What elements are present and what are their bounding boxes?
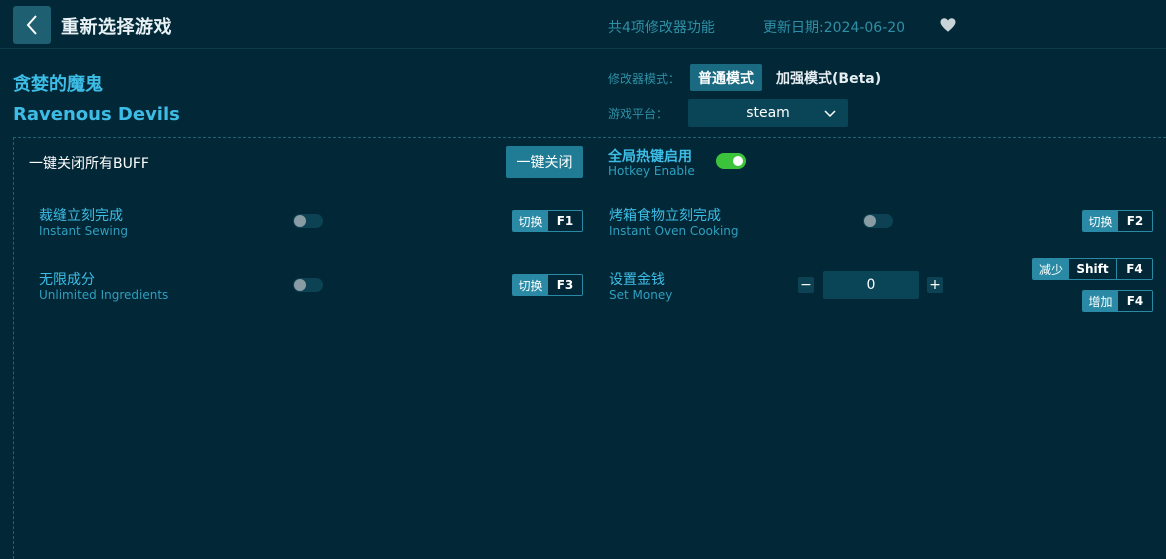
- keybind-action[interactable]: 增加: [1083, 291, 1118, 311]
- feature-count: 共4项修改器功能: [608, 20, 715, 36]
- option-label-en: Unlimited Ingredients: [39, 288, 169, 302]
- favorite-button[interactable]: [939, 16, 957, 34]
- instant-sewing-toggle[interactable]: [293, 214, 323, 228]
- keybind-key[interactable]: F3: [548, 275, 582, 295]
- back-button[interactable]: [13, 6, 51, 44]
- game-name-en: Ravenous Devils: [13, 104, 180, 125]
- options-panel: [13, 137, 1166, 559]
- money-input[interactable]: [823, 271, 919, 299]
- hotkey-toggle[interactable]: [716, 153, 746, 169]
- keybind-key[interactable]: F1: [548, 211, 582, 231]
- option-label-en: Set Money: [609, 288, 673, 302]
- unlimited-ingredients-keybind[interactable]: 切换 F3: [512, 274, 583, 296]
- money-increase-keybind[interactable]: 增加 F4: [1082, 290, 1153, 312]
- keybind-action[interactable]: 减少: [1033, 259, 1069, 279]
- keybind-key[interactable]: F4: [1117, 259, 1152, 279]
- instant-sewing-keybind[interactable]: 切换 F1: [512, 210, 583, 232]
- mode-beta-button[interactable]: 加强模式(Beta): [776, 64, 881, 91]
- platform-value: steam: [746, 105, 790, 121]
- toggle-knob: [864, 215, 876, 227]
- platform-label: 游戏平台：: [608, 107, 669, 121]
- game-name-cn: 贪婪的魔鬼: [13, 74, 103, 95]
- money-decrease-keybind[interactable]: 减少 Shift F4: [1032, 258, 1153, 280]
- chevron-left-icon: [26, 15, 37, 35]
- unlimited-ingredients-toggle[interactable]: [293, 278, 323, 292]
- money-decrement-button[interactable]: −: [798, 277, 814, 293]
- update-date: 更新日期:2024-06-20: [763, 20, 906, 36]
- instant-oven-keybind[interactable]: 切换 F2: [1082, 210, 1153, 232]
- option-label-cn: 烤箱食物立刻完成: [609, 208, 721, 224]
- keybind-key[interactable]: F2: [1118, 211, 1152, 231]
- buff-label: 一键关闭所有BUFF: [29, 156, 149, 172]
- money-increment-button[interactable]: +: [927, 277, 943, 293]
- toggle-knob: [733, 156, 743, 166]
- platform-select[interactable]: steam: [688, 99, 848, 127]
- instant-oven-toggle[interactable]: [863, 214, 893, 228]
- chevron-down-icon: [824, 110, 836, 118]
- keybind-action[interactable]: 切换: [513, 211, 548, 231]
- close-all-button[interactable]: 一键关闭: [506, 146, 583, 178]
- option-label-cn: 设置金钱: [609, 272, 665, 288]
- hotkey-label-en: Hotkey Enable: [608, 164, 695, 178]
- page-title: 重新选择游戏: [61, 17, 172, 38]
- toggle-knob: [294, 215, 306, 227]
- hotkey-label-cn: 全局热键启用: [608, 149, 692, 165]
- mode-label: 修改器模式：: [608, 72, 681, 86]
- option-label-en: Instant Sewing: [39, 224, 128, 238]
- keybind-modifier[interactable]: Shift: [1069, 259, 1116, 279]
- keybind-action[interactable]: 切换: [1083, 211, 1118, 231]
- option-label-cn: 裁缝立刻完成: [39, 208, 123, 224]
- option-label-cn: 无限成分: [39, 272, 95, 288]
- heart-icon: [940, 18, 956, 32]
- keybind-key[interactable]: F4: [1118, 291, 1152, 311]
- header-divider: [0, 48, 1166, 49]
- option-label-en: Instant Oven Cooking: [609, 224, 739, 238]
- keybind-action[interactable]: 切换: [513, 275, 548, 295]
- mode-normal-button[interactable]: 普通模式: [690, 64, 762, 91]
- toggle-knob: [294, 279, 306, 291]
